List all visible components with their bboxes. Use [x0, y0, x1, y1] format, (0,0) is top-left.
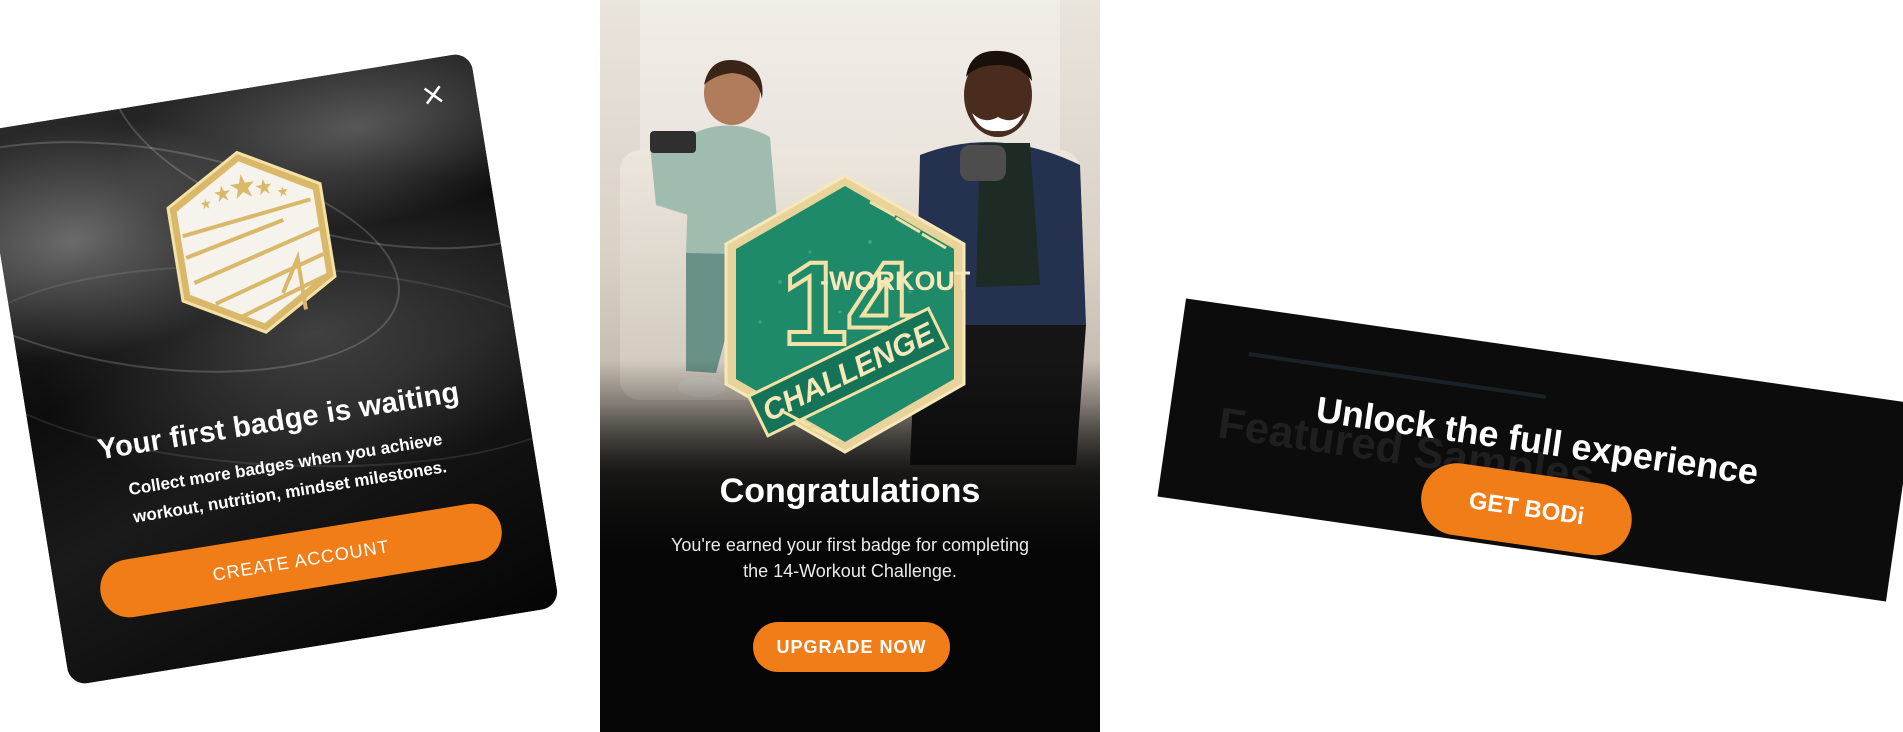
close-icon: × — [418, 75, 449, 115]
fourteen-workout-challenge-badge-icon: 14 -WORKOUT CHALLENGE — [724, 174, 970, 454]
unlock-experience-banner: Featured Samples Unlock the full experie… — [1157, 298, 1903, 602]
get-bodi-button[interactable]: GET BODi — [1416, 458, 1637, 560]
modal-description: You're earned your first badge for compl… — [671, 535, 1029, 581]
badge-text-top: -WORKOUT — [820, 266, 970, 296]
modal-title: Congratulations — [719, 472, 981, 510]
close-button[interactable]: × — [416, 75, 450, 115]
first-badge-modal: × Your first badge is waiting Collect mo… — [0, 51, 560, 687]
five-star-badge-icon — [166, 150, 337, 334]
congratulations-modal: 14 -WORKOUT CHALLENGE Congratulations Yo… — [600, 0, 1100, 732]
upgrade-now-button[interactable]: UPGRADE NOW — [753, 622, 950, 672]
